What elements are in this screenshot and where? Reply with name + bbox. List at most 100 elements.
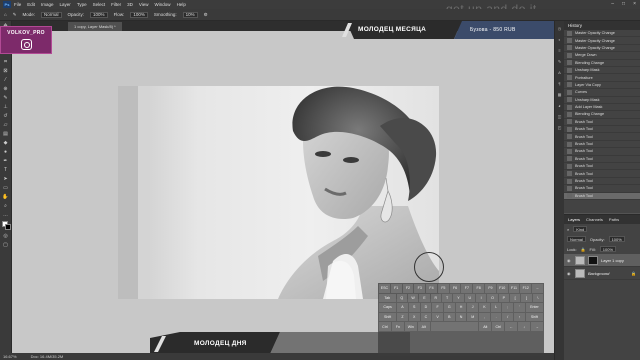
keyboard-key[interactable]: ↑ bbox=[514, 312, 525, 322]
keyboard-key[interactable]: Z bbox=[397, 312, 408, 322]
keyboard-key[interactable]: D bbox=[420, 303, 432, 312]
history-item[interactable]: Blending Change bbox=[564, 60, 640, 67]
photoshop-logo[interactable]: Ps bbox=[3, 1, 11, 8]
keyboard-key[interactable]: ↓ bbox=[518, 322, 531, 331]
keyboard-key[interactable]: Shift bbox=[525, 312, 543, 322]
keyboard-key[interactable]: R bbox=[430, 293, 441, 303]
keyboard-key[interactable]: J bbox=[467, 303, 479, 312]
flow-field[interactable]: 100% bbox=[130, 11, 148, 18]
keyboard-key[interactable] bbox=[430, 322, 479, 331]
character-panel-icon[interactable]: A bbox=[557, 70, 563, 76]
keyboard-key[interactable]: / bbox=[502, 312, 514, 322]
gradient-tool-icon[interactable]: ▤ bbox=[2, 131, 10, 138]
lock-icon[interactable]: 🔒 bbox=[581, 247, 586, 252]
keyboard-key[interactable]: F12 bbox=[520, 284, 532, 293]
keyboard-key[interactable]: ← bbox=[505, 322, 518, 331]
styles-panel-icon[interactable]: ◫ bbox=[557, 114, 563, 120]
history-item[interactable]: Add Layer Mask bbox=[564, 104, 640, 112]
brush-panel-icon[interactable]: ✎ bbox=[557, 59, 563, 65]
keyboard-key[interactable]: Shift bbox=[379, 312, 397, 322]
keyboard-key[interactable]: F7 bbox=[461, 284, 473, 293]
keyboard-key[interactable]: F1 bbox=[390, 284, 402, 293]
minimize-button[interactable]: – bbox=[611, 1, 614, 7]
history-item[interactable]: Master Opacity Change bbox=[564, 45, 640, 53]
keyboard-key[interactable]: W bbox=[407, 293, 419, 303]
menu-image[interactable]: Image bbox=[41, 2, 54, 7]
keyboard-key[interactable]: . bbox=[490, 312, 502, 322]
properties-panel-icon[interactable]: ≡ bbox=[557, 48, 563, 54]
keyboard-key[interactable]: → bbox=[531, 322, 543, 331]
history-panel-title[interactable]: History bbox=[564, 21, 640, 30]
keyboard-key[interactable]: Fn bbox=[391, 322, 404, 331]
crop-tool-icon[interactable]: ⌗ bbox=[2, 59, 10, 66]
menu-3d[interactable]: 3D bbox=[127, 2, 133, 7]
history-brush-tool-icon[interactable]: ↺ bbox=[2, 113, 10, 120]
keyboard-key[interactable]: P bbox=[498, 293, 509, 303]
keyboard-key[interactable]: F bbox=[432, 303, 443, 312]
path-selection-tool-icon[interactable]: ➤ bbox=[2, 176, 10, 183]
blur-tool-icon[interactable]: ◆ bbox=[2, 140, 10, 147]
tab-channels[interactable]: Channels bbox=[586, 215, 603, 224]
healing-brush-tool-icon[interactable]: ⊕ bbox=[2, 86, 10, 93]
zoom-level[interactable]: 16.67% bbox=[3, 354, 17, 359]
keyboard-key[interactable]: Alt bbox=[417, 322, 430, 331]
keyboard-key[interactable]: L bbox=[490, 303, 502, 312]
keyboard-key[interactable]: X bbox=[408, 312, 420, 322]
quick-mask-icon[interactable]: ◎ bbox=[2, 233, 10, 240]
history-item[interactable]: Brush Tool bbox=[564, 148, 640, 156]
keyboard-key[interactable]: F10 bbox=[496, 284, 508, 293]
history-panel-icon[interactable]: ◷ bbox=[557, 26, 563, 32]
keyboard-key[interactable]: ESC bbox=[379, 284, 390, 293]
history-item[interactable]: Layer Via Copy bbox=[564, 82, 640, 90]
menu-help[interactable]: Help bbox=[177, 2, 186, 7]
keyboard-key[interactable]: U bbox=[464, 293, 475, 303]
menu-select[interactable]: Select bbox=[93, 2, 106, 7]
history-item[interactable]: Brush Tool bbox=[564, 192, 640, 200]
history-item[interactable]: Brush Tool bbox=[564, 170, 640, 178]
keyboard-key[interactable]: S bbox=[408, 303, 420, 312]
history-item[interactable]: Brush Tool bbox=[564, 126, 640, 134]
keyboard-key[interactable]: ; bbox=[502, 303, 514, 312]
keyboard-key[interactable]: Alt bbox=[479, 322, 492, 331]
rectangle-tool-icon[interactable]: ▭ bbox=[2, 185, 10, 192]
history-item[interactable]: Merge Down bbox=[564, 52, 640, 60]
history-item[interactable]: Curves bbox=[564, 89, 640, 97]
eye-icon[interactable]: ◉ bbox=[567, 271, 572, 276]
tab-layers[interactable]: Layers bbox=[568, 215, 580, 224]
keyboard-key[interactable]: F2 bbox=[402, 284, 414, 293]
history-item[interactable]: Unsharp Mask bbox=[564, 67, 640, 75]
menu-file[interactable]: File bbox=[14, 2, 21, 7]
keyboard-key[interactable]: G bbox=[443, 303, 455, 312]
keyboard-key[interactable]: I bbox=[475, 293, 487, 303]
keyboard-key[interactable]: N bbox=[455, 312, 467, 322]
close-button[interactable]: × bbox=[633, 1, 636, 7]
history-item[interactable]: Unsharp Mask bbox=[564, 97, 640, 104]
keyboard-key[interactable]: F11 bbox=[508, 284, 520, 293]
keyboard-key[interactable]: V bbox=[432, 312, 443, 322]
eyedropper-tool-icon[interactable]: ⁄ bbox=[2, 77, 10, 84]
keyboard-key[interactable]: T bbox=[441, 293, 453, 303]
keyboard-key[interactable]: ] bbox=[521, 293, 532, 303]
keyboard-key[interactable]: ' bbox=[514, 303, 525, 312]
history-item[interactable]: Brush Tool bbox=[564, 141, 640, 149]
dodge-tool-icon[interactable]: ● bbox=[2, 149, 10, 156]
clone-stamp-tool-icon[interactable]: ⊥ bbox=[2, 104, 10, 111]
keyboard-key[interactable]: ← bbox=[532, 284, 543, 293]
maximize-button[interactable]: □ bbox=[622, 1, 625, 7]
keyboard-key[interactable]: H bbox=[455, 303, 467, 312]
layer-mask-thumbnail[interactable] bbox=[588, 255, 598, 265]
menu-type[interactable]: Type bbox=[77, 2, 87, 7]
history-item[interactable]: Master Opacity Change bbox=[564, 37, 640, 45]
keyboard-key[interactable]: O bbox=[487, 293, 498, 303]
brush-preset-icon[interactable]: ✎ bbox=[13, 12, 17, 18]
keyboard-key[interactable]: Caps bbox=[379, 303, 397, 312]
menu-layer[interactable]: Layer bbox=[60, 2, 71, 7]
kind-filter-select[interactable]: Kind bbox=[573, 226, 588, 232]
history-item[interactable]: Portraiture bbox=[564, 74, 640, 82]
zoom-tool-icon[interactable]: ⌕ bbox=[2, 203, 10, 210]
layer-row[interactable]: ◉ Background 🔒 bbox=[564, 267, 640, 280]
history-item[interactable]: Brush Tool bbox=[564, 156, 640, 164]
keyboard-key[interactable]: F4 bbox=[426, 284, 437, 293]
menu-filter[interactable]: Filter bbox=[111, 2, 121, 7]
history-item[interactable]: Brush Tool bbox=[564, 133, 640, 141]
